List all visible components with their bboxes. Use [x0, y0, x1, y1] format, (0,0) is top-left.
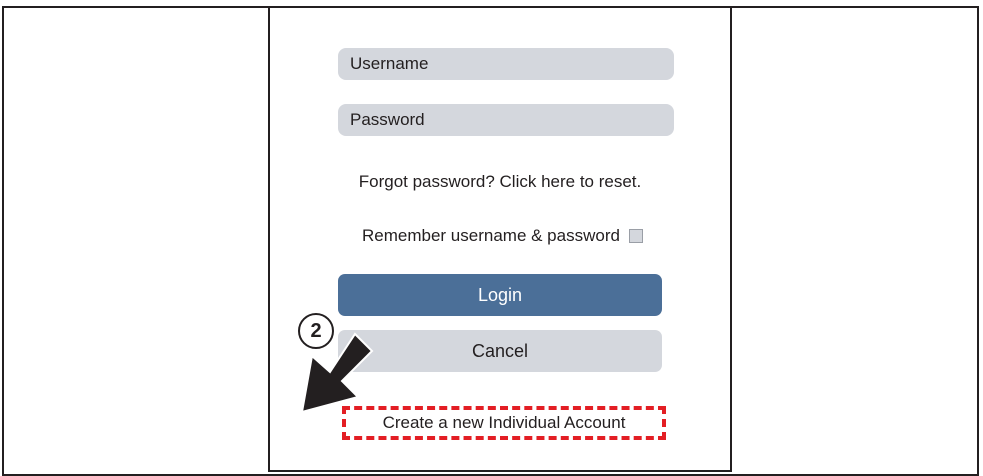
step-number-badge: 2	[298, 313, 334, 349]
arrow-down-right-icon	[300, 332, 374, 414]
